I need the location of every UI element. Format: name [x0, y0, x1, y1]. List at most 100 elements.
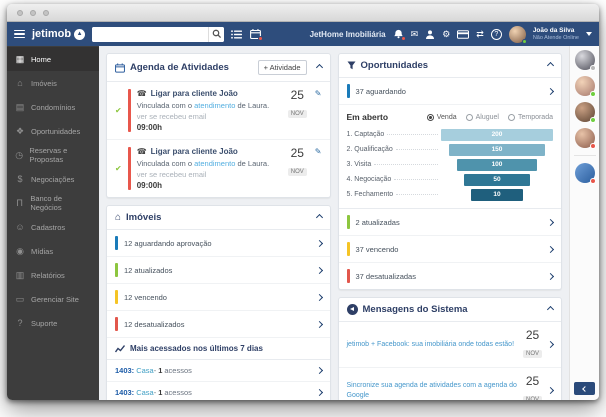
report-icon: ▥	[15, 270, 25, 281]
oportunidades-stat-row[interactable]: 37 vencendo	[339, 236, 562, 263]
house-icon: ⌂	[115, 213, 121, 223]
awaiting-row[interactable]: 37 aguardando	[339, 78, 562, 105]
status-dot	[590, 178, 596, 184]
panel-title: Oportunidades	[361, 60, 429, 71]
chevron-right-icon[interactable]	[315, 239, 322, 246]
search-input[interactable]	[92, 27, 208, 42]
radio-aluguel[interactable]: Aluguel	[466, 114, 499, 121]
envelope-icon[interactable]: ✉	[411, 30, 419, 39]
system-message-row[interactable]: jetimob + Facebook: sua imobiliária onde…	[339, 322, 562, 368]
collapse-icon[interactable]	[547, 306, 554, 313]
traffic-light-close[interactable]	[17, 10, 23, 16]
activity-description: Vinculada com o atendimento de Laura.	[137, 101, 282, 110]
sidebar-item-suporte[interactable]: ?Suporte	[7, 311, 99, 335]
accessed-row[interactable]: 1403:Casa - 1acessos	[107, 382, 330, 400]
monitor-icon: ▭	[15, 294, 25, 305]
edit-pencil-icon[interactable]: ✎	[315, 147, 322, 190]
message-link[interactable]: Sincronize sua agenda de atividades com …	[347, 381, 517, 400]
sidebar-item-reservas[interactable]: ◷Reservas e Propostas	[7, 143, 99, 167]
funnel-bar: 50	[464, 174, 530, 186]
user-menu[interactable]: João da Silva Não Atende Online	[533, 27, 579, 41]
contacts-divider	[574, 155, 596, 156]
sidebar-item-oportunidades[interactable]: ❖Oportunidades	[7, 119, 99, 143]
sidebar-item-midias[interactable]: ◉Mídias	[7, 239, 99, 263]
user-avatar[interactable]	[509, 26, 526, 43]
contact-avatar[interactable]	[575, 102, 595, 122]
status-dot	[590, 143, 596, 149]
imoveis-stat-row[interactable]: 12 atualizados	[107, 257, 330, 284]
bell-icon[interactable]	[393, 29, 404, 39]
chevron-right-icon[interactable]	[315, 367, 322, 374]
activity-accent-bar	[128, 89, 131, 132]
chevron-right-icon[interactable]	[547, 245, 554, 252]
collapse-chat-button[interactable]	[574, 382, 595, 395]
list-icon[interactable]	[231, 30, 243, 39]
message-link[interactable]: jetimob + Facebook: sua imobiliária onde…	[347, 340, 517, 350]
search-icon[interactable]	[208, 27, 224, 42]
credit-card-icon[interactable]	[457, 30, 469, 39]
sidebar-item-label: Imóveis	[31, 79, 57, 88]
sidebar-item-label: Condomínios	[31, 103, 75, 112]
app-logo[interactable]: jetimob ▲	[32, 28, 85, 40]
sidebar-item-condominios[interactable]: ▤Condomínios	[7, 95, 99, 119]
sidebar-item-relatorios[interactable]: ▥Relatórios	[7, 263, 99, 287]
add-activity-button[interactable]: + Atividade	[258, 60, 307, 75]
sidebar-item-negociacoes[interactable]: $Negociações	[7, 167, 99, 191]
traffic-light-zoom[interactable]	[43, 10, 49, 16]
collapse-icon[interactable]	[315, 64, 322, 71]
people-icon: ☺	[15, 222, 25, 232]
contact-avatar[interactable]	[575, 50, 595, 70]
funnel-filters: Venda Aluguel Temporada	[427, 114, 553, 121]
system-message-row[interactable]: Sincronize sua agenda de atividades com …	[339, 368, 562, 400]
sidebar-item-label: Negociações	[31, 175, 74, 184]
group-avatar[interactable]	[575, 163, 595, 183]
property-link[interactable]: Casa	[136, 366, 154, 375]
collapse-icon[interactable]	[547, 62, 554, 69]
oportunidades-stat-row[interactable]: 2 atualizadas	[339, 208, 562, 236]
activity-item[interactable]: ✔ ☎ Ligar para cliente João Vinculada co…	[107, 82, 330, 140]
chevron-right-icon[interactable]	[315, 320, 322, 327]
contact-avatar[interactable]	[575, 76, 595, 96]
atendimento-link[interactable]: atendimento	[194, 101, 235, 110]
traffic-light-minimize[interactable]	[30, 10, 36, 16]
imoveis-stat-row[interactable]: 12 vencendo	[107, 284, 330, 311]
help-icon[interactable]: ?	[491, 29, 502, 40]
sidebar-item-banco-negocios[interactable]: ΠBanco de Negócios	[7, 191, 99, 215]
opportunity-funnel-chart: 1. Captação200 2. Qualificação150 3. Vis…	[339, 126, 562, 208]
check-icon[interactable]: ✔	[115, 106, 122, 115]
atendimento-link[interactable]: atendimento	[194, 159, 235, 168]
gear-icon[interactable]: ⚙	[442, 30, 450, 39]
activity-item[interactable]: ✔ ☎ Ligar para cliente João Vinculada co…	[107, 140, 330, 197]
radio-venda[interactable]: Venda	[427, 114, 457, 121]
imoveis-stat-row[interactable]: 12 aguardando aprovação	[107, 230, 330, 257]
oportunidades-stat-row[interactable]: 37 desatualizadas	[339, 263, 562, 289]
property-link[interactable]: Casa	[136, 388, 154, 397]
chevron-right-icon[interactable]	[547, 218, 554, 225]
sidebar-item-home[interactable]: ▦Home	[7, 47, 99, 71]
user-status-dot	[522, 39, 527, 44]
check-icon[interactable]: ✔	[115, 164, 122, 173]
chevron-right-icon[interactable]	[315, 266, 322, 273]
contact-avatar[interactable]	[575, 128, 595, 148]
sidebar-item-gerenciar-site[interactable]: ▭Gerenciar Site	[7, 287, 99, 311]
company-name[interactable]: JetHome Imobiliária	[310, 30, 386, 39]
chevron-right-icon[interactable]	[315, 293, 322, 300]
activity-time: 09:00h	[137, 123, 282, 132]
chevron-right-icon[interactable]	[547, 387, 554, 394]
chevron-down-icon[interactable]	[586, 32, 592, 36]
imoveis-stat-row[interactable]: 12 desatualizados	[107, 311, 330, 338]
chevron-right-icon[interactable]	[315, 389, 322, 396]
person-icon[interactable]	[425, 30, 435, 39]
chevron-right-icon[interactable]	[547, 87, 554, 94]
collapse-icon[interactable]	[315, 214, 322, 221]
chevron-right-icon[interactable]	[547, 341, 554, 348]
calendar-icon[interactable]	[250, 29, 261, 39]
accessed-row[interactable]: 1403:Casa - 1acessos	[107, 360, 330, 382]
sidebar-item-imoveis[interactable]: ⌂Imóveis	[7, 71, 99, 95]
edit-pencil-icon[interactable]: ✎	[315, 89, 322, 132]
menu-icon[interactable]	[14, 30, 25, 39]
sidebar-item-cadastros[interactable]: ☺Cadastros	[7, 215, 99, 239]
chevron-right-icon[interactable]	[547, 272, 554, 279]
shuffle-icon[interactable]: ⇄	[476, 30, 484, 39]
radio-temporada[interactable]: Temporada	[508, 114, 553, 121]
